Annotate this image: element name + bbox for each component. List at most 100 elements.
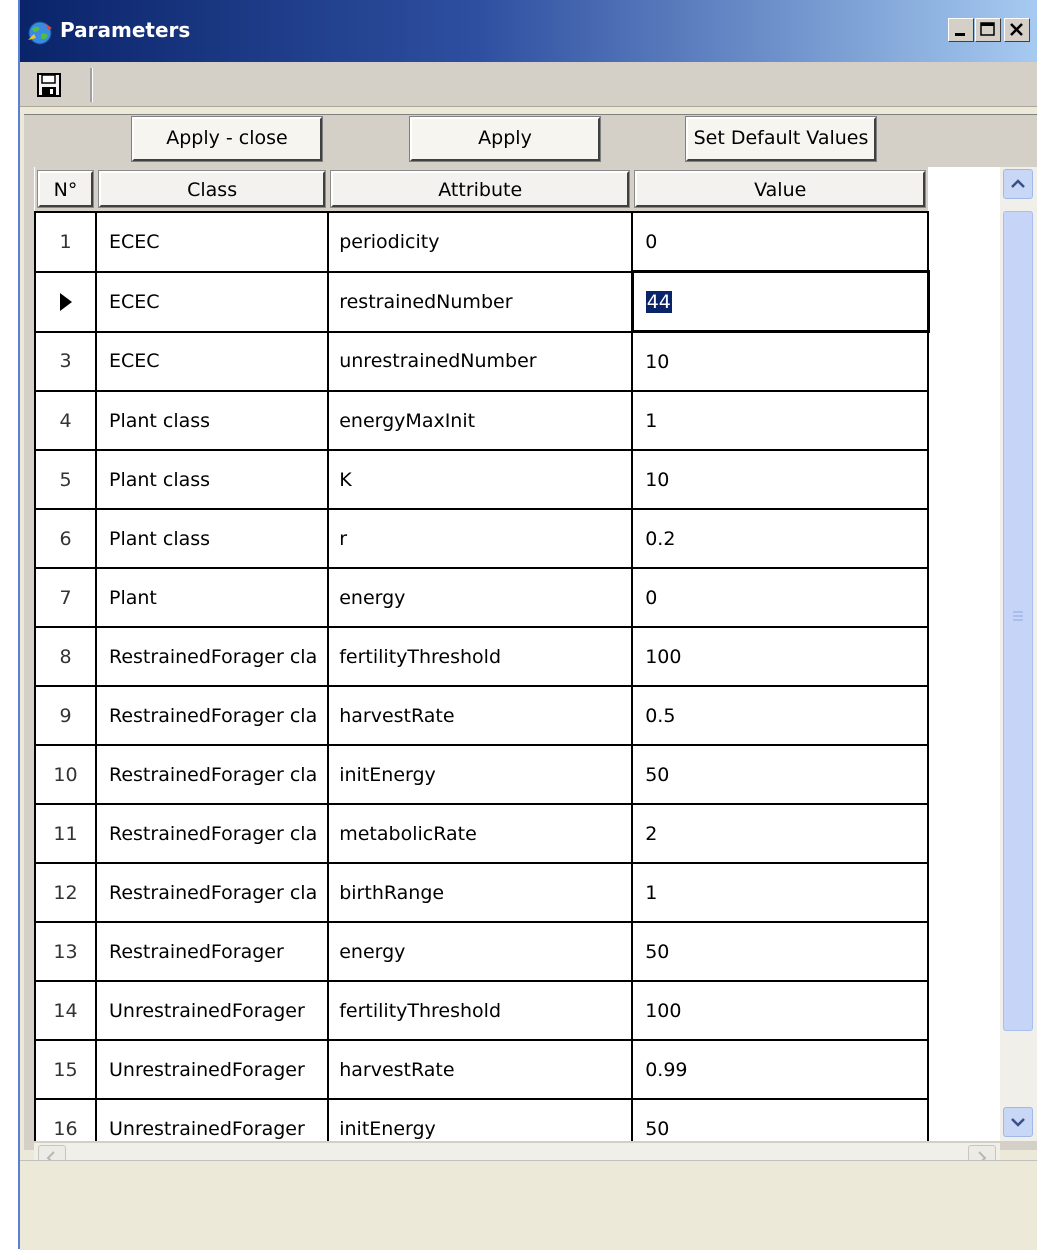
row-number-cell[interactable]: 3 [34, 330, 97, 392]
row-number-cell[interactable]: 15 [34, 1039, 97, 1100]
attribute-cell[interactable]: K [327, 449, 634, 510]
row-number-cell[interactable]: 9 [34, 685, 97, 746]
table-row[interactable]: 12 RestrainedForager cla birthRange 1 [34, 862, 930, 923]
table-row[interactable]: 5 Plant class K 10 [34, 449, 930, 510]
table-row[interactable]: 10 RestrainedForager cla initEnergy 50 [34, 744, 930, 805]
attribute-cell[interactable]: fertilityThreshold [327, 626, 634, 687]
attribute-cell[interactable]: energy [327, 567, 634, 628]
close-button[interactable] [1004, 18, 1030, 42]
class-cell[interactable]: Plant [94, 567, 330, 628]
class-cell[interactable]: UnrestrainedForager [94, 1098, 330, 1141]
set-default-values-button[interactable]: Set Default Values [685, 116, 877, 162]
table-row[interactable]: 11 RestrainedForager cla metabolicRate 2 [34, 803, 930, 864]
table-row[interactable]: 4 Plant class energyMaxInit 1 [34, 390, 930, 451]
attribute-cell[interactable]: metabolicRate [327, 803, 634, 864]
value-cell[interactable]: 100 [631, 980, 930, 1041]
value-input-selected-text[interactable]: 44 [645, 290, 672, 313]
scroll-thumb[interactable] [1003, 211, 1033, 1031]
value-cell[interactable]: 0.2 [631, 508, 930, 569]
value-cell[interactable]: 0 [631, 567, 930, 628]
column-header-number[interactable]: N° [35, 167, 96, 212]
column-header-attribute[interactable]: Attribute [328, 167, 633, 212]
scroll-up-button[interactable] [1003, 169, 1033, 199]
attribute-cell[interactable]: energyMaxInit [327, 390, 634, 451]
class-cell[interactable]: ECEC [94, 330, 330, 392]
class-cell[interactable]: ECEC [94, 211, 330, 273]
row-number-cell[interactable]: 10 [34, 744, 97, 805]
value-cell[interactable]: 100 [631, 626, 930, 687]
row-number-cell[interactable]: 14 [34, 980, 97, 1041]
scroll-down-button[interactable] [1003, 1107, 1033, 1137]
class-cell[interactable]: RestrainedForager cla [94, 626, 330, 687]
row-number-cell[interactable]: 13 [34, 921, 97, 982]
table-row[interactable]: 6 Plant class r 0.2 [34, 508, 930, 569]
value-cell[interactable]: 10 [631, 330, 930, 392]
value-cell[interactable]: 10 [631, 449, 930, 510]
table-row[interactable]: 13 RestrainedForager energy 50 [34, 921, 930, 982]
value-cell[interactable]: 0.99 [631, 1039, 930, 1100]
value-cell[interactable]: 0 [631, 211, 930, 273]
value-cell[interactable]: 2 [631, 803, 930, 864]
table-row[interactable]: 7 Plant energy 0 [34, 567, 930, 628]
row-number-cell[interactable]: 16 [34, 1098, 97, 1141]
class-cell[interactable]: RestrainedForager cla [94, 744, 330, 805]
attribute-cell[interactable]: harvestRate [327, 1039, 634, 1100]
attribute-cell[interactable]: initEnergy [327, 744, 634, 805]
header-row: N° Class Attribute Value [35, 167, 929, 212]
table-row[interactable]: 15 UnrestrainedForager harvestRate 0.99 [34, 1039, 930, 1100]
attribute-cell[interactable]: birthRange [327, 862, 634, 923]
row-selector-cell[interactable] [34, 270, 97, 333]
row-number-cell[interactable]: 11 [34, 803, 97, 864]
value-cell[interactable]: 50 [631, 921, 930, 982]
class-cell[interactable]: RestrainedForager [94, 921, 330, 982]
attribute-cell[interactable]: initEnergy [327, 1098, 634, 1141]
class-cell[interactable]: Plant class [94, 508, 330, 569]
attribute-cell[interactable]: unrestrainedNumber [327, 330, 634, 392]
maximize-icon [980, 22, 995, 36]
row-number-cell[interactable]: 7 [34, 567, 97, 628]
attribute-cell[interactable]: fertilityThreshold [327, 980, 634, 1041]
value-cell[interactable]: 50 [631, 1098, 930, 1141]
vertical-scrollbar[interactable] [1000, 167, 1037, 1141]
minimize-button[interactable] [948, 18, 974, 42]
value-cell[interactable]: 50 [631, 744, 930, 805]
attribute-cell[interactable]: energy [327, 921, 634, 982]
minimize-icon [955, 33, 965, 36]
table-row[interactable]: 14 UnrestrainedForager fertilityThreshold 1… [34, 980, 930, 1041]
row-number-cell[interactable]: 5 [34, 449, 97, 510]
title-bar[interactable]: Parameters [20, 0, 1037, 62]
row-number-cell[interactable]: 1 [34, 211, 97, 273]
class-cell[interactable]: Plant class [94, 390, 330, 451]
class-cell[interactable]: Plant class [94, 449, 330, 510]
row-number-cell[interactable]: 6 [34, 508, 97, 569]
attribute-cell[interactable]: periodicity [327, 211, 634, 273]
value-cell[interactable]: 1 [631, 390, 930, 451]
row-number-cell[interactable]: 8 [34, 626, 97, 687]
table-row[interactable]: 3 ECEC unrestrainedNumber 10 [34, 330, 930, 392]
table-row[interactable]: 8 RestrainedForager cla fertilityThreshold… [34, 626, 930, 687]
floppy-disk-icon[interactable] [36, 72, 62, 98]
class-cell[interactable]: RestrainedForager cla [94, 803, 330, 864]
attribute-cell[interactable]: restrainedNumber [327, 270, 634, 333]
table-row[interactable]: ECEC restrainedNumber 44 [34, 270, 930, 333]
table-row[interactable]: 1 ECEC periodicity 0 [34, 211, 930, 273]
attribute-cell[interactable]: harvestRate [327, 685, 634, 746]
apply-button[interactable]: Apply [409, 116, 601, 162]
class-cell[interactable]: RestrainedForager cla [94, 862, 330, 923]
class-cell[interactable]: UnrestrainedForager [94, 1039, 330, 1100]
column-header-value[interactable]: Value [632, 167, 929, 212]
table-row[interactable]: 9 RestrainedForager cla harvestRate 0.5 [34, 685, 930, 746]
class-cell[interactable]: ECEC [94, 270, 330, 333]
value-cell[interactable]: 0.5 [631, 685, 930, 746]
attribute-cell[interactable]: r [327, 508, 634, 569]
value-edit-cell[interactable]: 44 [630, 270, 930, 333]
column-header-class[interactable]: Class [96, 167, 329, 212]
table-row[interactable]: 16 UnrestrainedForager initEnergy 50 [34, 1098, 930, 1141]
value-cell[interactable]: 1 [631, 862, 930, 923]
row-number-cell[interactable]: 4 [34, 390, 97, 451]
maximize-button[interactable] [975, 18, 1001, 42]
apply-close-button[interactable]: Apply - close [131, 116, 323, 162]
class-cell[interactable]: RestrainedForager cla [94, 685, 330, 746]
class-cell[interactable]: UnrestrainedForager [94, 980, 330, 1041]
row-number-cell[interactable]: 12 [34, 862, 97, 923]
